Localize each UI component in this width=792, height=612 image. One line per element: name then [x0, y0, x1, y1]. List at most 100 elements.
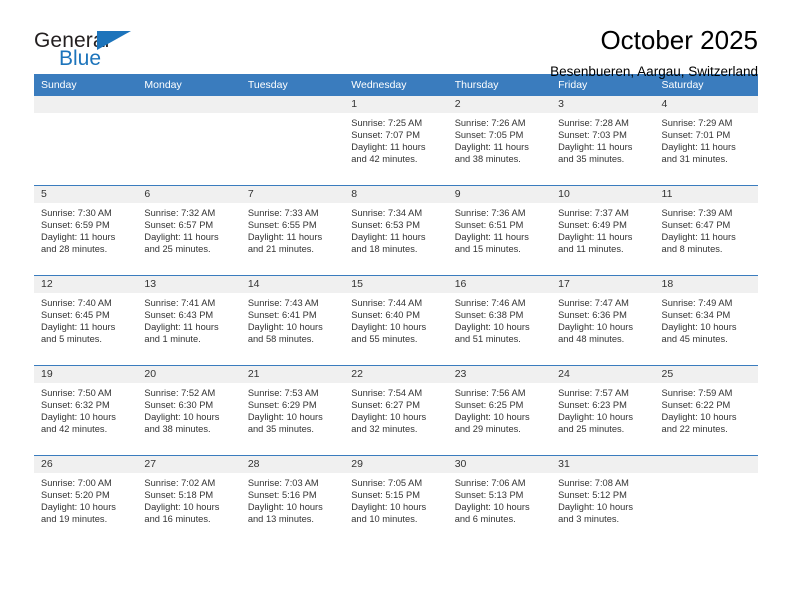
calendar-day-cell[interactable]: 22 Sunrise: 7:54 AM Sunset: 6:27 PM Dayligh…	[344, 365, 448, 456]
day-sun-info: Sunrise: 7:49 AM Sunset: 6:34 PM Daylight:…	[655, 293, 758, 345]
daylight-duration-line2: and 42 minutes.	[41, 424, 108, 435]
day-number: 13	[137, 276, 241, 293]
sunset-time: Sunset: 6:40 PM	[351, 310, 420, 321]
calendar-day-cell[interactable]: 7 Sunrise: 7:33 AM Sunset: 6:55 PM Daylight…	[240, 185, 345, 276]
sunrise-time: Sunrise: 7:37 AM	[558, 208, 629, 218]
weekday-header-monday: Monday	[137, 74, 241, 96]
daylight-duration-line1: Daylight: 10 hours	[661, 412, 737, 423]
calendar-day-cell[interactable]: 26 Sunrise: 7:00 AM Sunset: 5:20 PM Dayligh…	[34, 455, 138, 545]
general-blue-logo[interactable]: General Blue	[34, 26, 154, 74]
day-sun-info: Sunrise: 7:29 AM Sunset: 7:01 PM Daylight:…	[655, 113, 758, 165]
sunset-time: Sunset: 6:25 PM	[454, 400, 524, 411]
daylight-duration-line1: Daylight: 10 hours	[247, 502, 323, 513]
sunrise-time: Sunrise: 7:25 AM	[351, 118, 423, 128]
calendar-week-row: 1 Sunrise: 7:25 AM Sunset: 7:07 PM Daylight…	[34, 96, 758, 186]
day-sun-info: Sunrise: 7:26 AM Sunset: 7:05 PM Daylight:…	[448, 113, 551, 165]
calendar-day-cell[interactable]: 31 Sunrise: 7:08 AM Sunset: 5:12 PM Dayligh…	[551, 455, 655, 545]
calendar-day-cell[interactable]: 16 Sunrise: 7:46 AM Sunset: 6:38 PM Dayligh…	[447, 275, 552, 366]
calendar-day-cell[interactable]: 24 Sunrise: 7:57 AM Sunset: 6:23 PM Dayligh…	[551, 365, 655, 456]
sunrise-time: Sunrise: 7:49 AM	[661, 298, 733, 308]
day-number: 27	[137, 456, 241, 473]
daylight-duration-line1: Daylight: 11 hours	[41, 232, 116, 243]
calendar-day-cell[interactable]: 17 Sunrise: 7:47 AM Sunset: 6:36 PM Dayligh…	[551, 275, 655, 366]
calendar-day-cell[interactable]: 30 Sunrise: 7:06 AM Sunset: 5:13 PM Dayligh…	[447, 455, 552, 545]
day-sun-info: Sunrise: 7:59 AM Sunset: 6:22 PM Daylight:…	[655, 383, 758, 435]
sunset-time: Sunset: 5:16 PM	[247, 490, 317, 501]
calendar-day-cell[interactable]: 18 Sunrise: 7:49 AM Sunset: 6:34 PM Dayligh…	[654, 275, 758, 366]
calendar-day-cell[interactable]: 11 Sunrise: 7:39 AM Sunset: 6:47 PM Dayligh…	[654, 185, 758, 276]
daylight-duration-line1: Daylight: 11 hours	[454, 142, 529, 153]
sunrise-time: Sunrise: 7:50 AM	[41, 388, 112, 398]
day-sun-info: Sunrise: 7:02 AM Sunset: 5:18 PM Daylight:…	[137, 473, 240, 525]
day-number: 15	[344, 276, 448, 293]
day-number: 28	[240, 456, 345, 473]
sunrise-time: Sunrise: 7:59 AM	[661, 388, 733, 398]
daylight-duration-line2: and 1 minute.	[144, 334, 201, 345]
day-number: 3	[551, 96, 655, 113]
calendar-day-cell[interactable]: 23 Sunrise: 7:56 AM Sunset: 6:25 PM Dayligh…	[447, 365, 552, 456]
calendar-day-cell[interactable]: 2 Sunrise: 7:26 AM Sunset: 7:05 PM Daylight…	[447, 96, 552, 186]
calendar-day-cell[interactable]: 25 Sunrise: 7:59 AM Sunset: 6:22 PM Dayligh…	[654, 365, 758, 456]
calendar-day-cell[interactable]: 15 Sunrise: 7:44 AM Sunset: 6:40 PM Dayligh…	[344, 275, 448, 366]
calendar-day-cell[interactable]: 10 Sunrise: 7:37 AM Sunset: 6:49 PM Dayligh…	[551, 185, 655, 276]
calendar-day-cell[interactable]: 28 Sunrise: 7:03 AM Sunset: 5:16 PM Dayligh…	[240, 455, 345, 545]
day-number: 23	[447, 366, 552, 383]
sunrise-time: Sunrise: 7:39 AM	[661, 208, 733, 218]
day-number: 10	[551, 186, 655, 203]
calendar-day-cell[interactable]: 13 Sunrise: 7:41 AM Sunset: 6:43 PM Dayligh…	[137, 275, 241, 366]
sunset-time: Sunset: 7:07 PM	[351, 130, 420, 141]
daylight-duration-line1: Daylight: 10 hours	[144, 412, 220, 423]
calendar-day-cell[interactable]: 3 Sunrise: 7:28 AM Sunset: 7:03 PM Daylight…	[551, 96, 655, 186]
calendar-day-cell[interactable]: 1 Sunrise: 7:25 AM Sunset: 7:07 PM Daylight…	[344, 96, 448, 186]
day-sun-info: Sunrise: 7:32 AM Sunset: 6:57 PM Daylight:…	[137, 203, 240, 255]
day-number: 30	[447, 456, 552, 473]
daylight-duration-line1: Daylight: 11 hours	[558, 232, 633, 243]
sunrise-time: Sunrise: 7:41 AM	[144, 298, 216, 308]
daylight-duration-line2: and 10 minutes.	[351, 514, 418, 525]
daylight-duration-line2: and 15 minutes.	[454, 244, 521, 255]
daylight-duration-line2: and 38 minutes.	[144, 424, 211, 435]
calendar-day-cell[interactable]: 4 Sunrise: 7:29 AM Sunset: 7:01 PM Daylight…	[654, 96, 758, 186]
calendar-day-cell[interactable]: 19 Sunrise: 7:50 AM Sunset: 6:32 PM Dayligh…	[34, 365, 138, 456]
daylight-duration-line1: Daylight: 10 hours	[454, 502, 530, 513]
weekday-header-tuesday: Tuesday	[240, 74, 345, 96]
calendar-day-cell[interactable]: 27 Sunrise: 7:02 AM Sunset: 5:18 PM Dayligh…	[137, 455, 241, 545]
day-sun-info: Sunrise: 7:56 AM Sunset: 6:25 PM Daylight:…	[448, 383, 551, 435]
daylight-duration-line2: and 18 minutes.	[351, 244, 418, 255]
calendar-day-cell[interactable]: 5 Sunrise: 7:30 AM Sunset: 6:59 PM Daylight…	[34, 185, 138, 276]
calendar-day-cell[interactable]: 21 Sunrise: 7:53 AM Sunset: 6:29 PM Dayligh…	[240, 365, 345, 456]
calendar-day-cell[interactable]: 9 Sunrise: 7:36 AM Sunset: 6:51 PM Daylight…	[447, 185, 552, 276]
calendar-week-row: 26 Sunrise: 7:00 AM Sunset: 5:20 PM Dayligh…	[34, 455, 758, 545]
day-number	[240, 96, 345, 113]
sunset-time: Sunset: 7:01 PM	[661, 130, 731, 141]
daylight-duration-line2: and 28 minutes.	[41, 244, 108, 255]
calendar-week-row: 12 Sunrise: 7:40 AM Sunset: 6:45 PM Dayligh…	[34, 275, 758, 366]
day-number: 5	[34, 186, 138, 203]
sunrise-sunset-calendar: Sunday Monday Tuesday Wednesday Thursday…	[34, 74, 758, 545]
sunset-time: Sunset: 6:23 PM	[558, 400, 627, 411]
day-number	[137, 96, 241, 113]
weekday-header-sunday: Sunday	[34, 74, 138, 96]
sunset-time: Sunset: 7:05 PM	[454, 130, 524, 141]
day-number: 2	[447, 96, 552, 113]
calendar-day-cell[interactable]: 20 Sunrise: 7:52 AM Sunset: 6:30 PM Dayligh…	[137, 365, 241, 456]
calendar-day-cell[interactable]: 8 Sunrise: 7:34 AM Sunset: 6:53 PM Daylight…	[344, 185, 448, 276]
day-number: 31	[551, 456, 655, 473]
daylight-duration-line2: and 38 minutes.	[454, 154, 521, 165]
sunrise-time: Sunrise: 7:46 AM	[454, 298, 526, 308]
calendar-day-cell[interactable]: 14 Sunrise: 7:43 AM Sunset: 6:41 PM Dayligh…	[240, 275, 345, 366]
day-sun-info: Sunrise: 7:44 AM Sunset: 6:40 PM Daylight:…	[344, 293, 447, 345]
calendar-day-cell[interactable]: 12 Sunrise: 7:40 AM Sunset: 6:45 PM Dayligh…	[34, 275, 138, 366]
daylight-duration-line1: Daylight: 11 hours	[144, 232, 219, 243]
sunset-time: Sunset: 5:20 PM	[41, 490, 110, 501]
calendar-day-cell[interactable]: 6 Sunrise: 7:32 AM Sunset: 6:57 PM Daylight…	[137, 185, 241, 276]
sunset-time: Sunset: 6:53 PM	[351, 220, 420, 231]
daylight-duration-line2: and 6 minutes.	[454, 514, 516, 525]
sunset-time: Sunset: 6:45 PM	[41, 310, 110, 321]
daylight-duration-line2: and 58 minutes.	[247, 334, 314, 345]
day-sun-info: Sunrise: 7:05 AM Sunset: 5:15 PM Daylight:…	[344, 473, 447, 525]
daylight-duration-line1: Daylight: 10 hours	[41, 502, 116, 513]
daylight-duration-line2: and 48 minutes.	[558, 334, 625, 345]
day-number: 18	[654, 276, 758, 293]
calendar-day-cell[interactable]: 29 Sunrise: 7:05 AM Sunset: 5:15 PM Dayligh…	[344, 455, 448, 545]
